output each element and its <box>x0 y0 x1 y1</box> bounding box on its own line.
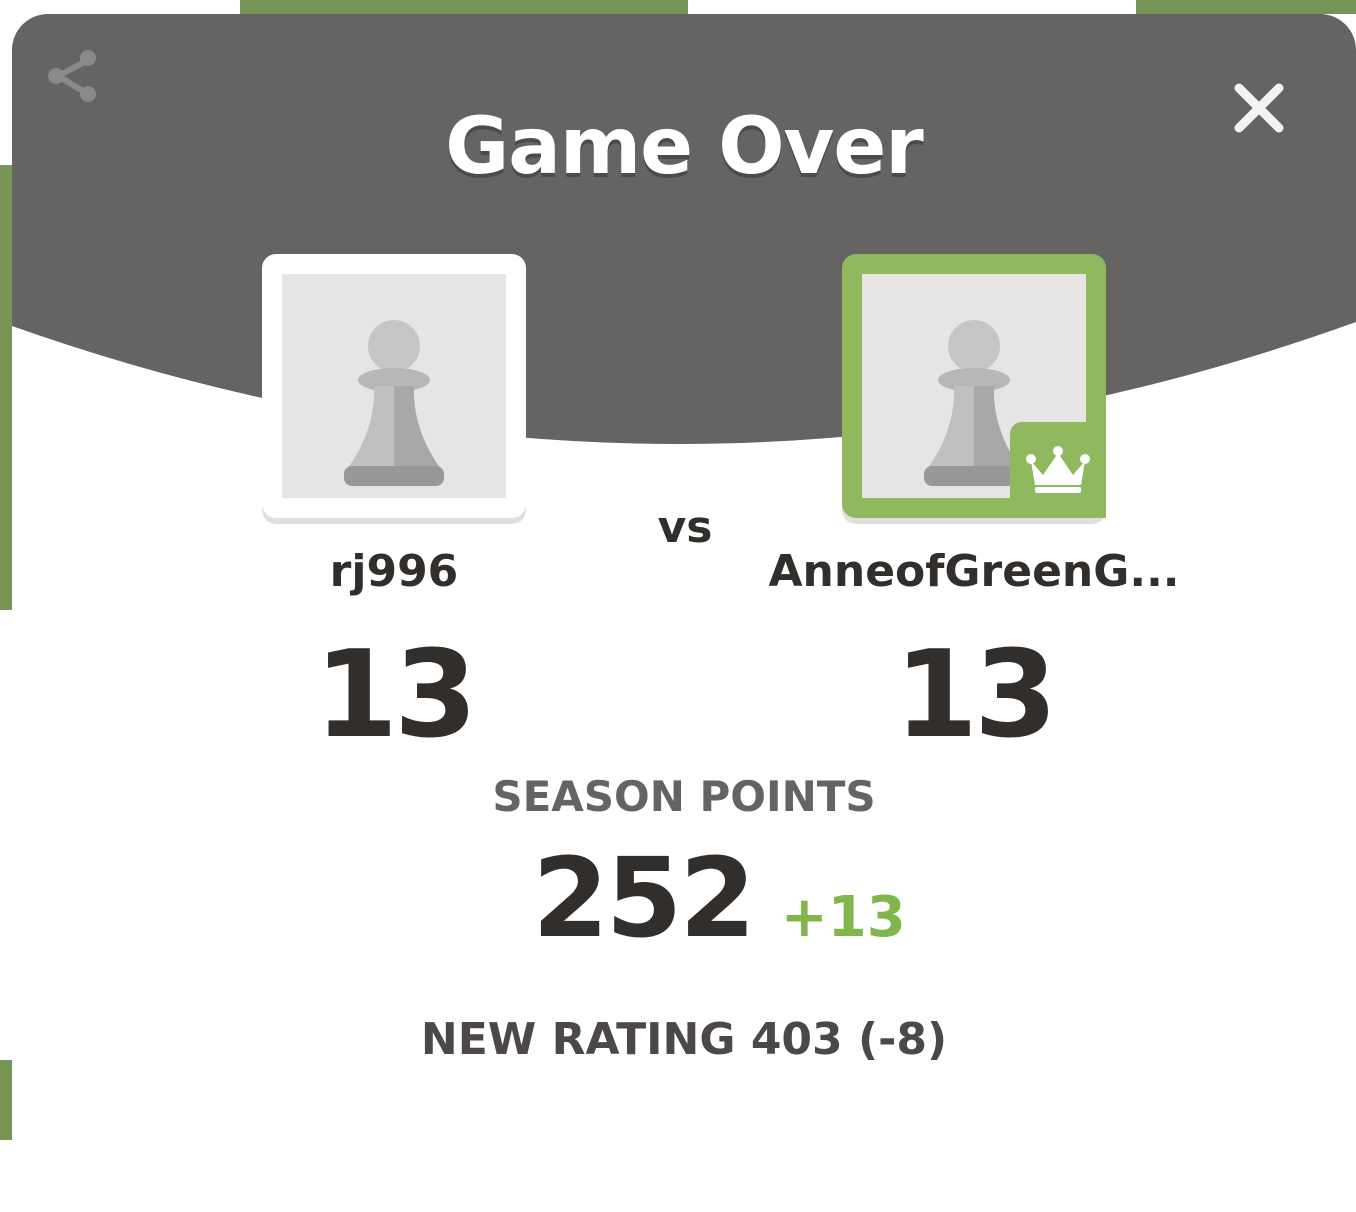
player-name-left[interactable]: rj996 <box>244 546 544 597</box>
game-over-modal: Game Over vs rj996 AnneofGreenG... 13 13… <box>12 14 1356 1212</box>
vs-label: vs <box>657 502 713 553</box>
avatar-frame <box>862 274 1106 518</box>
board-square <box>240 0 688 14</box>
avatar-frame <box>282 274 506 498</box>
season-points-value: 252 <box>532 834 756 962</box>
player-score-left: 13 <box>314 626 478 765</box>
season-points-delta: +13 <box>780 885 906 950</box>
modal-title: Game Over <box>445 102 924 192</box>
player-name-right[interactable]: AnneofGreenG... <box>754 546 1194 597</box>
player-avatar-left[interactable] <box>262 254 526 518</box>
player-score-right: 13 <box>894 626 1058 765</box>
share-icon <box>48 50 96 102</box>
player-avatar-right[interactable] <box>842 254 1106 518</box>
winner-badge <box>1010 422 1106 518</box>
season-points-label: SEASON POINTS <box>492 772 876 821</box>
header-background <box>12 14 1356 445</box>
new-rating: NEW RATING 403 (-8) <box>420 1014 948 1065</box>
season-points-row: 252 +13 <box>12 834 1356 962</box>
board-square <box>0 165 12 610</box>
pawn-icon <box>344 320 444 486</box>
share-button[interactable] <box>42 44 104 106</box>
board-square <box>0 1060 12 1140</box>
board-square <box>1136 0 1356 14</box>
crown-icon <box>1026 446 1090 493</box>
